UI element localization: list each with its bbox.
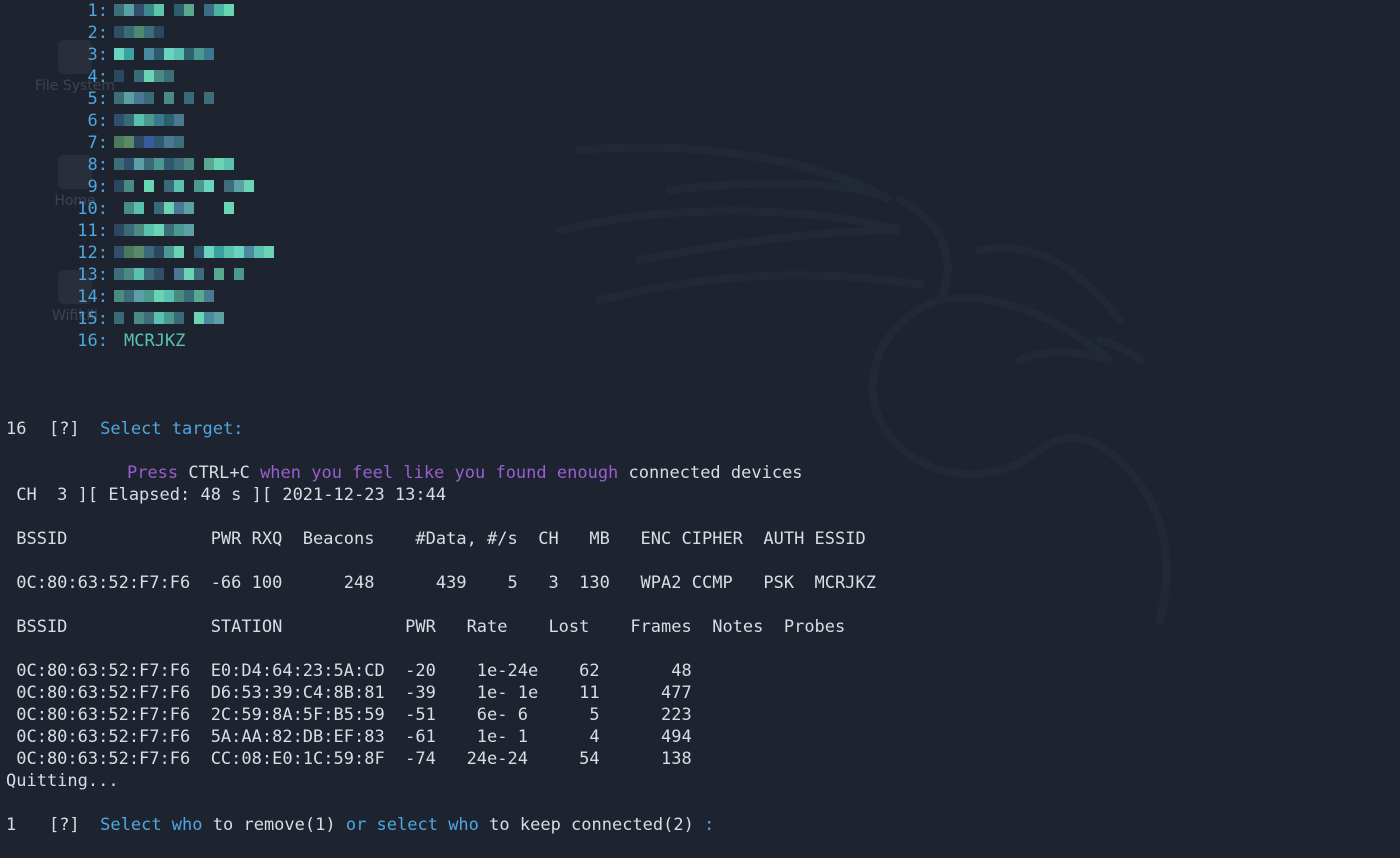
notice-mid: when you feel like you found enough: [260, 463, 619, 483]
station-row: 0C:80:63:52:F7:F6 2C:59:8A:5F:B5:59 -51 …: [6, 705, 692, 725]
network-index: 13:: [77, 265, 108, 285]
prompt-part: Select who: [100, 815, 203, 835]
network-list-item: 16: MCRJKZ: [0, 330, 400, 352]
network-index: 5:: [87, 89, 108, 109]
redacted-ssid: [114, 92, 214, 104]
prompt-part: to remove(1): [212, 815, 336, 835]
network-list-item: 1:: [0, 0, 400, 22]
network-index: 14:: [77, 287, 108, 307]
network-index: 8:: [87, 155, 108, 175]
station-row: 0C:80:63:52:F7:F6 D6:53:39:C4:8B:81 -39 …: [6, 683, 692, 703]
target-input-echo: 16: [6, 419, 27, 439]
redacted-ssid: [114, 158, 234, 170]
redacted-ssid: [114, 48, 214, 60]
network-list-item: 12:: [0, 242, 400, 264]
network-index: 15:: [77, 309, 108, 329]
notice-press: Press: [126, 463, 179, 483]
redacted-ssid: [114, 246, 274, 258]
network-index: 7:: [87, 133, 108, 153]
prompt-part: or select who: [345, 815, 479, 835]
prompt-bracket: [?]: [48, 419, 80, 439]
redacted-ssid: [114, 268, 244, 280]
ap-table-header: BSSID PWR RXQ Beacons #Data, #/s CH MB E…: [6, 529, 866, 549]
network-index: 10:: [77, 199, 108, 219]
select-target-prompt: [?] Select target:: [8, 396, 244, 439]
notice-end: connected devices: [628, 463, 803, 483]
station-row: 0C:80:63:52:F7:F6 E0:D4:64:23:5A:CD -20 …: [6, 661, 692, 681]
network-list-item: 15:: [0, 308, 400, 330]
redacted-ssid: [114, 4, 234, 16]
terminal-window[interactable]: 1: 2: 3: 4: 5: 6: 7: 8: 9: 10: 11: 12: 13: 14: 15: 16: M…: [0, 0, 1400, 842]
station-table-header: BSSID STATION PWR Rate Lost Frames Notes…: [6, 617, 846, 637]
network-index: 6:: [87, 111, 108, 131]
prompt-part: :: [704, 815, 715, 835]
station-row: 0C:80:63:52:F7:F6 5A:AA:82:DB:EF:83 -61 …: [6, 727, 692, 747]
network-list-item: 8:: [0, 154, 400, 176]
airodump-status-line: CH 3 ][ Elapsed: 48 s ][ 2021-12-23 13:4…: [6, 485, 447, 505]
station-row: 0C:80:63:52:F7:F6 CC:08:E0:1C:59:8F -74 …: [6, 749, 692, 769]
network-list-item: 10:: [0, 198, 400, 220]
network-list-item: 7:: [0, 132, 400, 154]
redacted-ssid: [114, 202, 234, 214]
network-index: 16:: [77, 331, 108, 351]
capture-notice: Press CTRL+C when you feel like you foun…: [86, 440, 803, 483]
prompt-part: to keep connected(2): [489, 815, 694, 835]
network-list-item: 11:: [0, 220, 400, 242]
network-list-item: 14:: [0, 286, 400, 308]
choice-input-echo[interactable]: 1: [6, 814, 16, 836]
remove-or-keep-prompt: [?] Select who to remove(1) or select wh…: [8, 792, 714, 835]
redacted-ssid: [114, 290, 214, 302]
network-index: 3:: [87, 45, 108, 65]
network-list-item: 3:: [0, 44, 400, 66]
network-list-item: 4:: [0, 66, 400, 88]
redacted-ssid: [114, 312, 224, 324]
network-list-item: 9:: [0, 176, 400, 198]
ap-table-row: 0C:80:63:52:F7:F6 -66 100 248 439 5 3 13…: [6, 573, 876, 593]
redacted-ssid: [114, 224, 194, 236]
redacted-ssid: [114, 26, 164, 38]
network-list-item: 5:: [0, 88, 400, 110]
notice-keys: CTRL+C: [188, 463, 250, 483]
network-index: 9:: [87, 177, 108, 197]
network-list-item: 2:: [0, 22, 400, 44]
network-list-item: 13:: [0, 264, 400, 286]
prompt-text: Select target:: [100, 419, 244, 439]
redacted-ssid: [114, 136, 184, 148]
quitting-message: Quitting...: [6, 771, 119, 791]
redacted-ssid: [114, 180, 254, 192]
redacted-ssid: [114, 114, 184, 126]
network-list-item: 6:: [0, 110, 400, 132]
network-index: 1:: [87, 1, 108, 21]
network-index: 2:: [87, 23, 108, 43]
network-index: 4:: [87, 67, 108, 87]
network-index: 12:: [77, 243, 108, 263]
prompt-bracket: [?]: [48, 815, 80, 835]
network-ssid: MCRJKZ: [124, 331, 186, 351]
redacted-ssid: [114, 70, 174, 82]
network-index: 11:: [77, 221, 108, 241]
